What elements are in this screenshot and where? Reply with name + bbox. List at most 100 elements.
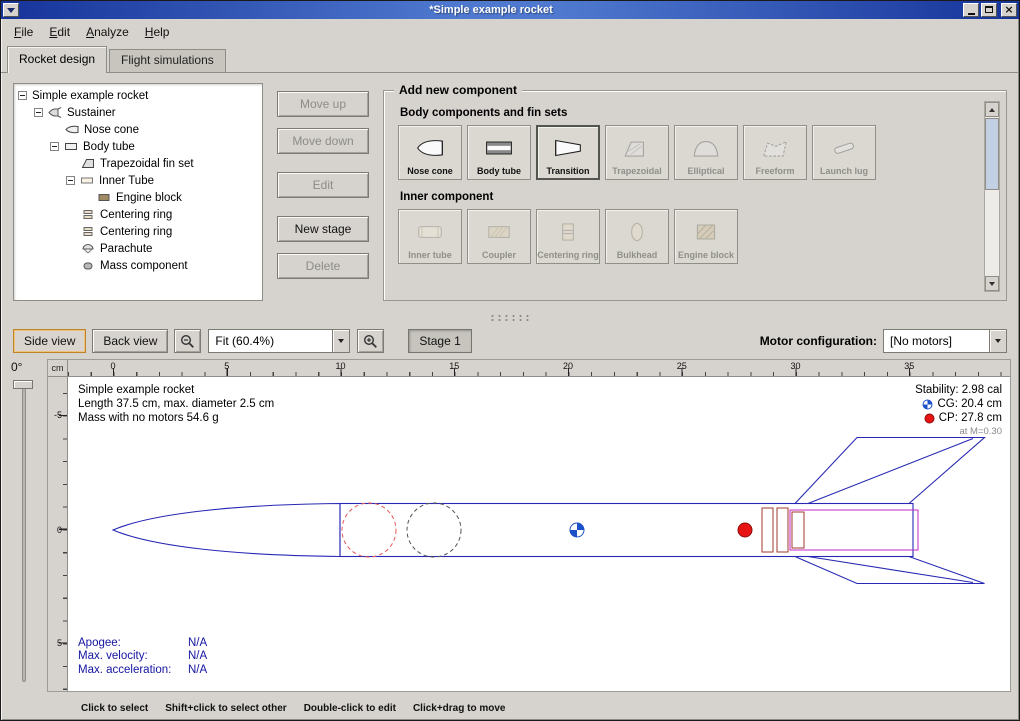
tree-item-sustainer[interactable]: Sustainer [14, 104, 262, 121]
move-up-button[interactable]: Move up [277, 91, 369, 117]
delete-button[interactable]: Delete [277, 253, 369, 279]
tree-item-engine-block[interactable]: Engine block [14, 189, 262, 206]
rocket-info: Simple example rocket Length 37.5 cm, ma… [78, 383, 274, 425]
component-button-label: Transition [546, 166, 589, 176]
back-view-button[interactable]: Back view [92, 329, 168, 353]
body-components-row: Nose cone Body tube Transition Trapezoid… [398, 125, 992, 180]
scroll-down-button[interactable] [985, 276, 999, 291]
add-launch-lug-button[interactable]: Launch lug [812, 125, 876, 180]
tree-item-nose-cone[interactable]: Nose cone [14, 121, 262, 138]
tree-item-body-tube[interactable]: Body tube [14, 138, 262, 155]
menu-help[interactable]: Help [137, 22, 178, 42]
body-components-section-label: Body components and fin sets [400, 107, 992, 119]
chevron-down-icon[interactable] [989, 330, 1006, 352]
magnifier-plus-icon [363, 334, 378, 349]
tree-collapse-icon[interactable] [18, 91, 27, 100]
tree-collapse-icon[interactable] [34, 108, 43, 117]
maximize-icon [985, 6, 993, 13]
add-transition-button[interactable]: Transition [536, 125, 600, 180]
add-trapezoidal-fin-button[interactable]: Trapezoidal [605, 125, 669, 180]
centering-ring-icon [553, 220, 583, 244]
add-coupler-button[interactable]: Coupler [467, 209, 531, 264]
tree-item-parachute[interactable]: Parachute [14, 240, 262, 257]
inner-components-row: Inner tube Coupler Centering ring Bulkhe… [398, 209, 992, 264]
zoom-level-value: Fit (60.4%) [209, 330, 332, 352]
component-panel-scrollbar[interactable] [984, 101, 1000, 292]
tree-item-inner-tube[interactable]: Inner Tube [14, 172, 262, 189]
component-button-label: Nose cone [407, 166, 453, 176]
motor-configuration-select[interactable]: [No motors] [883, 329, 1007, 353]
ruler-tick-label: 0 [57, 525, 62, 535]
rotation-slider-track[interactable] [22, 383, 26, 682]
add-centering-ring-button[interactable]: Centering ring [536, 209, 600, 264]
tree-item-label: Body tube [83, 141, 135, 153]
parachute-icon [81, 243, 95, 254]
component-tree[interactable]: Simple example rocket Sustainer Nose con… [13, 83, 263, 301]
centering-ring-outline [762, 508, 773, 552]
view-area: 0° cm 0 5 10 15 20 25 30 35 -5 0 [1, 359, 1019, 696]
component-button-label: Bulkhead [617, 250, 658, 260]
max-velocity-value: N/A [188, 650, 207, 664]
menu-edit[interactable]: Edit [41, 22, 78, 42]
fin-set-icon [81, 158, 95, 169]
ruler-tick-label: 30 [790, 361, 800, 371]
system-menu-button[interactable] [3, 3, 19, 17]
move-down-button[interactable]: Move down [277, 128, 369, 154]
new-stage-button[interactable]: New stage [277, 216, 369, 242]
maximize-button[interactable] [981, 3, 997, 17]
rocket-dimensions: Length 37.5 cm, max. diameter 2.5 cm [78, 397, 274, 411]
app-window: *Simple example rocket × File Edit Analy… [0, 0, 1020, 721]
scrollbar-thumb[interactable] [985, 118, 999, 190]
add-freeform-fin-button[interactable]: Freeform [743, 125, 807, 180]
magnifier-minus-icon [180, 334, 195, 349]
minimize-button[interactable] [963, 3, 979, 17]
tree-item-rocket[interactable]: Simple example rocket [14, 87, 262, 104]
tab-rocket-design[interactable]: Rocket design [7, 46, 107, 73]
diagram-scroll-region: cm 0 5 10 15 20 25 30 35 -5 0 5 [47, 359, 1011, 692]
parachute-marker [342, 503, 396, 557]
add-elliptical-fin-button[interactable]: Elliptical [674, 125, 738, 180]
inner-tube-icon [80, 175, 94, 186]
cg-marker [570, 523, 584, 537]
ruler-tick-label: 35 [904, 361, 914, 371]
menu-file[interactable]: File [6, 22, 41, 42]
zoom-level-select[interactable]: Fit (60.4%) [208, 329, 350, 353]
tree-item-fin-set[interactable]: Trapezoidal fin set [14, 155, 262, 172]
zoom-out-button[interactable] [174, 329, 201, 353]
stage-1-toggle[interactable]: Stage 1 [408, 329, 471, 353]
component-button-label: Trapezoidal [612, 166, 662, 176]
scroll-up-button[interactable] [985, 102, 999, 117]
tree-collapse-icon[interactable] [50, 142, 59, 151]
stage-icon [48, 107, 62, 118]
rocket-canvas[interactable]: Simple example rocket Length 37.5 cm, ma… [68, 377, 1010, 691]
add-bulkhead-button[interactable]: Bulkhead [605, 209, 669, 264]
viewer-toolbar: Side view Back view Fit (60.4%) Stage 1 … [1, 323, 1019, 359]
menu-analyze[interactable]: Analyze [78, 22, 137, 42]
add-inner-tube-button[interactable]: Inner tube [398, 209, 462, 264]
menu-bar: File Edit Analyze Help [1, 19, 1019, 44]
status-hint: Double-click to edit [304, 703, 396, 714]
tree-item-mass-component[interactable]: Mass component [14, 257, 262, 274]
add-engine-block-button[interactable]: Engine block [674, 209, 738, 264]
add-nose-cone-button[interactable]: Nose cone [398, 125, 462, 180]
main-tabs: Rocket design Flight simulations [1, 44, 1019, 73]
edit-button[interactable]: Edit [277, 172, 369, 198]
split-pane-divider[interactable] [1, 313, 1019, 323]
title-bar[interactable]: *Simple example rocket × [1, 1, 1019, 19]
design-panel: Simple example rocket Sustainer Nose con… [1, 73, 1019, 313]
tree-item-label: Mass component [100, 260, 188, 272]
tree-item-label: Inner Tube [99, 175, 154, 187]
rotation-slider-handle[interactable] [13, 380, 33, 389]
add-body-tube-button[interactable]: Body tube [467, 125, 531, 180]
tree-collapse-icon[interactable] [66, 176, 75, 185]
chevron-down-icon[interactable] [332, 330, 349, 352]
status-hint: Click+drag to move [413, 703, 506, 714]
tab-flight-simulations[interactable]: Flight simulations [109, 49, 226, 72]
zoom-in-button[interactable] [357, 329, 384, 353]
ruler-tick-label: 0 [110, 361, 115, 371]
stability-condition: at M=0.30 [915, 425, 1002, 439]
close-button[interactable]: × [1001, 3, 1017, 17]
tree-item-centering-ring-1[interactable]: Centering ring [14, 206, 262, 223]
side-view-button[interactable]: Side view [13, 329, 86, 353]
tree-item-centering-ring-2[interactable]: Centering ring [14, 223, 262, 240]
